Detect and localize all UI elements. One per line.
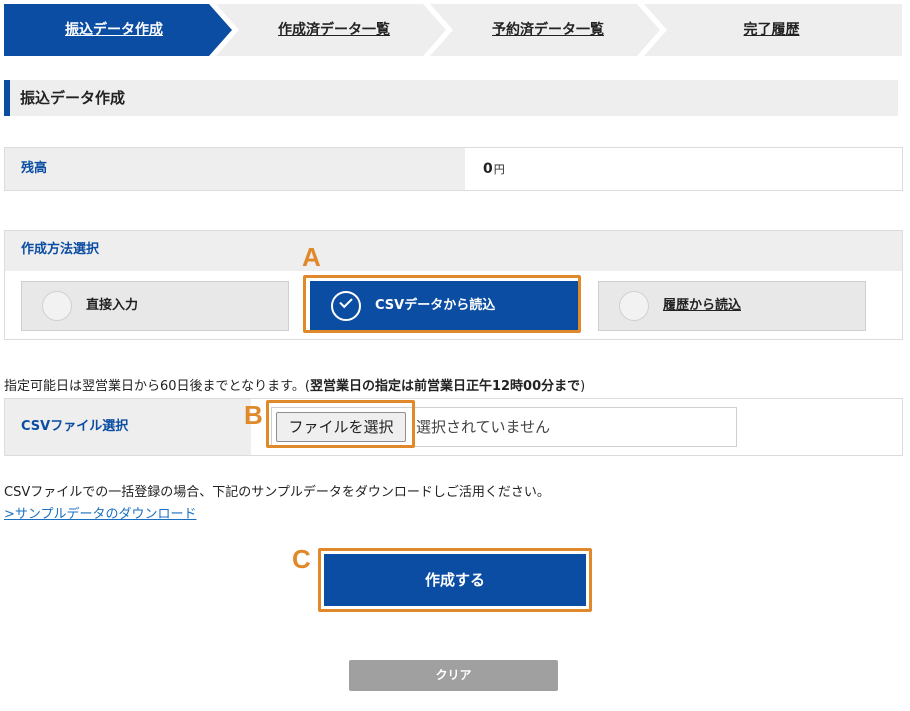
- balance-label-cell: 残高: [5, 148, 465, 190]
- create-button[interactable]: 作成する: [324, 554, 586, 606]
- method-header: 作成方法選択: [5, 231, 902, 271]
- step-create[interactable]: 振込データ作成: [14, 4, 214, 56]
- section-title: 振込データ作成: [20, 89, 126, 107]
- step-created-list[interactable]: 作成済データ一覧: [234, 4, 434, 56]
- balance-row: 残高 0円: [4, 147, 903, 191]
- balance-amount: 0: [483, 161, 493, 177]
- highlight-box-a: [303, 275, 581, 333]
- csv-info-text: CSVファイルでの一括登録の場合、下記のサンプルデータをダウンロードしご活用くだ…: [4, 485, 550, 500]
- csv-label-cell: CSVファイル選択: [5, 399, 251, 455]
- section-header: 振込データ作成: [4, 80, 898, 116]
- annotation-letter-b: B: [244, 400, 263, 430]
- csv-file-row: CSVファイル選択 ファイルを選択 選択されていません: [4, 398, 903, 456]
- notice-bold: 翌営業日の指定は前営業日正午12時00分まで: [309, 379, 581, 394]
- option-label: 履歴から読込: [663, 298, 742, 313]
- option-history-import[interactable]: 履歴から読込: [598, 281, 866, 331]
- date-notice: 指定可能日は翌営業日から60日後までとなります。(翌営業日の指定は前営業日正午1…: [4, 375, 585, 394]
- radio-circle-icon: [619, 291, 649, 321]
- csv-label: CSVファイル選択: [21, 419, 129, 434]
- notice-text: 指定可能日は翌営業日から60日後までとなります。(: [4, 379, 310, 394]
- sample-download-link[interactable]: >サンプルデータのダウンロード: [4, 503, 197, 522]
- balance-unit: 円: [493, 163, 505, 176]
- balance-value: 0円: [483, 148, 505, 191]
- highlight-box-b: [266, 400, 415, 448]
- file-status: 選択されていません: [416, 418, 551, 436]
- balance-label: 残高: [21, 161, 48, 176]
- clear-button[interactable]: クリア: [349, 660, 558, 691]
- option-direct-input[interactable]: 直接入力: [21, 281, 289, 331]
- step-navigation: 振込データ作成 作成済データ一覧 予約済データ一覧 完了履歴: [4, 4, 902, 56]
- step-reserved-list[interactable]: 予約済データ一覧: [448, 4, 648, 56]
- annotation-letter-a: A: [302, 242, 321, 272]
- annotation-letter-c: C: [292, 544, 311, 574]
- option-label: 直接入力: [86, 298, 139, 313]
- radio-circle-icon: [42, 291, 72, 321]
- notice-close: ): [580, 379, 586, 394]
- step-completed-history[interactable]: 完了履歴: [669, 4, 874, 56]
- method-title: 作成方法選択: [21, 242, 100, 257]
